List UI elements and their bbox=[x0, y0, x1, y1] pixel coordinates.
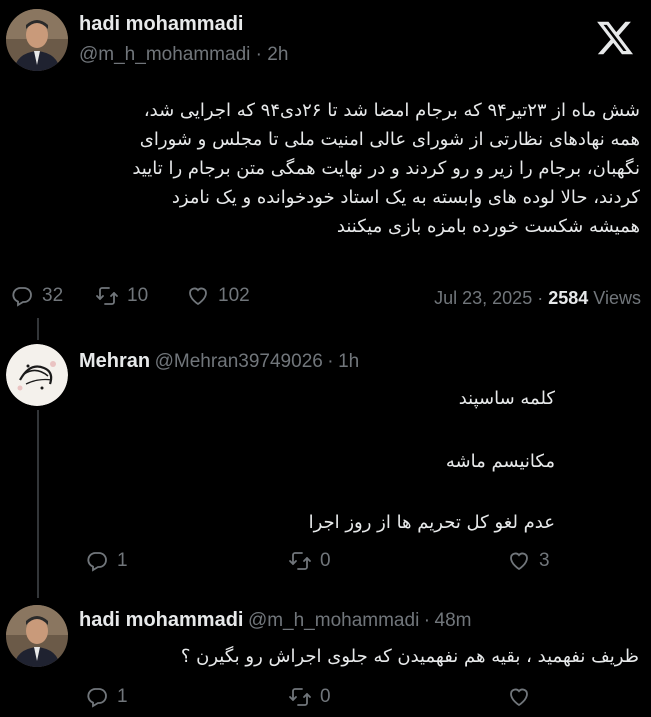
thread-connector bbox=[37, 410, 39, 598]
reply-icon bbox=[87, 688, 107, 708]
reply-count: 1 bbox=[117, 550, 128, 571]
author-meta: @m_h_mohammadi · 2h bbox=[79, 44, 288, 66]
like-count: 3 bbox=[539, 550, 550, 571]
repost-button[interactable]: 0 bbox=[288, 549, 331, 573]
reply-count: 1 bbox=[117, 686, 128, 707]
meta-separator: · bbox=[255, 44, 262, 65]
reply-avatar[interactable] bbox=[6, 605, 68, 667]
reply-handle[interactable]: @Mehran39749026 bbox=[155, 351, 323, 372]
views-count: 2584 bbox=[548, 288, 589, 308]
author-handle[interactable]: @m_h_mohammadi bbox=[79, 44, 250, 65]
reply-avatar[interactable] bbox=[6, 344, 68, 406]
post-stats: Jul 23, 2025 · 2584 Views bbox=[434, 288, 641, 309]
meta-separator: · bbox=[423, 610, 431, 631]
meta-separator: · bbox=[327, 351, 334, 372]
reply-time[interactable]: 48m bbox=[435, 610, 472, 631]
repost-count: 0 bbox=[320, 686, 331, 707]
reply-header: Mehran @Mehran39749026 · 1h bbox=[79, 350, 359, 373]
like-count: 102 bbox=[218, 285, 250, 306]
author-name[interactable]: hadi mohammadi bbox=[79, 13, 243, 36]
reply-author-name[interactable]: hadi mohammadi bbox=[79, 609, 243, 631]
heart-icon bbox=[510, 552, 528, 571]
post-time[interactable]: 2h bbox=[267, 44, 288, 65]
repost-button[interactable]: 10 bbox=[95, 284, 148, 308]
thread-connector bbox=[37, 318, 39, 340]
reply-header: hadi mohammadi @m_h_mohammadi · 48m bbox=[79, 609, 472, 632]
reply-button[interactable]: 1 bbox=[85, 685, 128, 709]
tweet-text-line: همیشه شکست خورده بامزه بازی میکنند bbox=[336, 216, 640, 237]
x-logo-icon[interactable] bbox=[594, 18, 636, 58]
repost-count: 0 bbox=[320, 550, 331, 571]
heart-icon bbox=[510, 688, 528, 707]
reply-text-line: کلمه ساسپند bbox=[458, 388, 555, 409]
heart-icon bbox=[189, 287, 207, 306]
repost-count: 10 bbox=[127, 285, 149, 306]
repost-button[interactable]: 0 bbox=[288, 685, 331, 709]
tweet-text: شش ماه از ۲۳تیر۹۴ که برجام امضا شد تا ۲۶… bbox=[14, 96, 640, 241]
tweet-text-line: کردند، حالا لوده های وابسته به یک استاد … bbox=[171, 187, 640, 208]
repost-icon bbox=[96, 287, 118, 305]
reply-handle[interactable]: @m_h_mohammadi bbox=[248, 610, 419, 631]
reply-button[interactable]: 32 bbox=[10, 284, 63, 308]
reply-text-line: مکانیسم ماشه bbox=[445, 451, 555, 472]
tweet-text-line: شش ماه از ۲۳تیر۹۴ که برجام امضا شد تا ۲۶… bbox=[143, 100, 640, 121]
tweet-text-line: همه نهادهای نظارتی از شورای عالی امنیت م… bbox=[139, 129, 640, 150]
views-label: Views bbox=[593, 288, 641, 308]
reply-author-name[interactable]: Mehran bbox=[79, 350, 150, 372]
repost-icon bbox=[289, 688, 311, 706]
post-date[interactable]: Jul 23, 2025 bbox=[434, 288, 532, 308]
reply-text-line: عدم لغو کل تحریم ها از روز اجرا bbox=[308, 512, 555, 533]
reply-button[interactable]: 1 bbox=[85, 549, 128, 573]
reply-icon bbox=[12, 287, 32, 307]
reply-text: ظریف نفهمید ، بقیه هم نفهمیدن که جلوی اج… bbox=[180, 646, 639, 667]
tweet-text-line: نگهبان، برجام را زیر و رو کردند و در نها… bbox=[132, 158, 640, 179]
reply-count: 32 bbox=[42, 285, 64, 306]
like-button[interactable]: 102 bbox=[186, 284, 250, 308]
repost-icon bbox=[289, 552, 311, 570]
reply-time[interactable]: 1h bbox=[338, 351, 359, 372]
like-button[interactable] bbox=[507, 685, 531, 709]
stats-separator: · bbox=[537, 288, 544, 308]
like-button[interactable]: 3 bbox=[507, 549, 550, 573]
reply-icon bbox=[87, 552, 107, 572]
author-avatar[interactable] bbox=[6, 9, 68, 71]
